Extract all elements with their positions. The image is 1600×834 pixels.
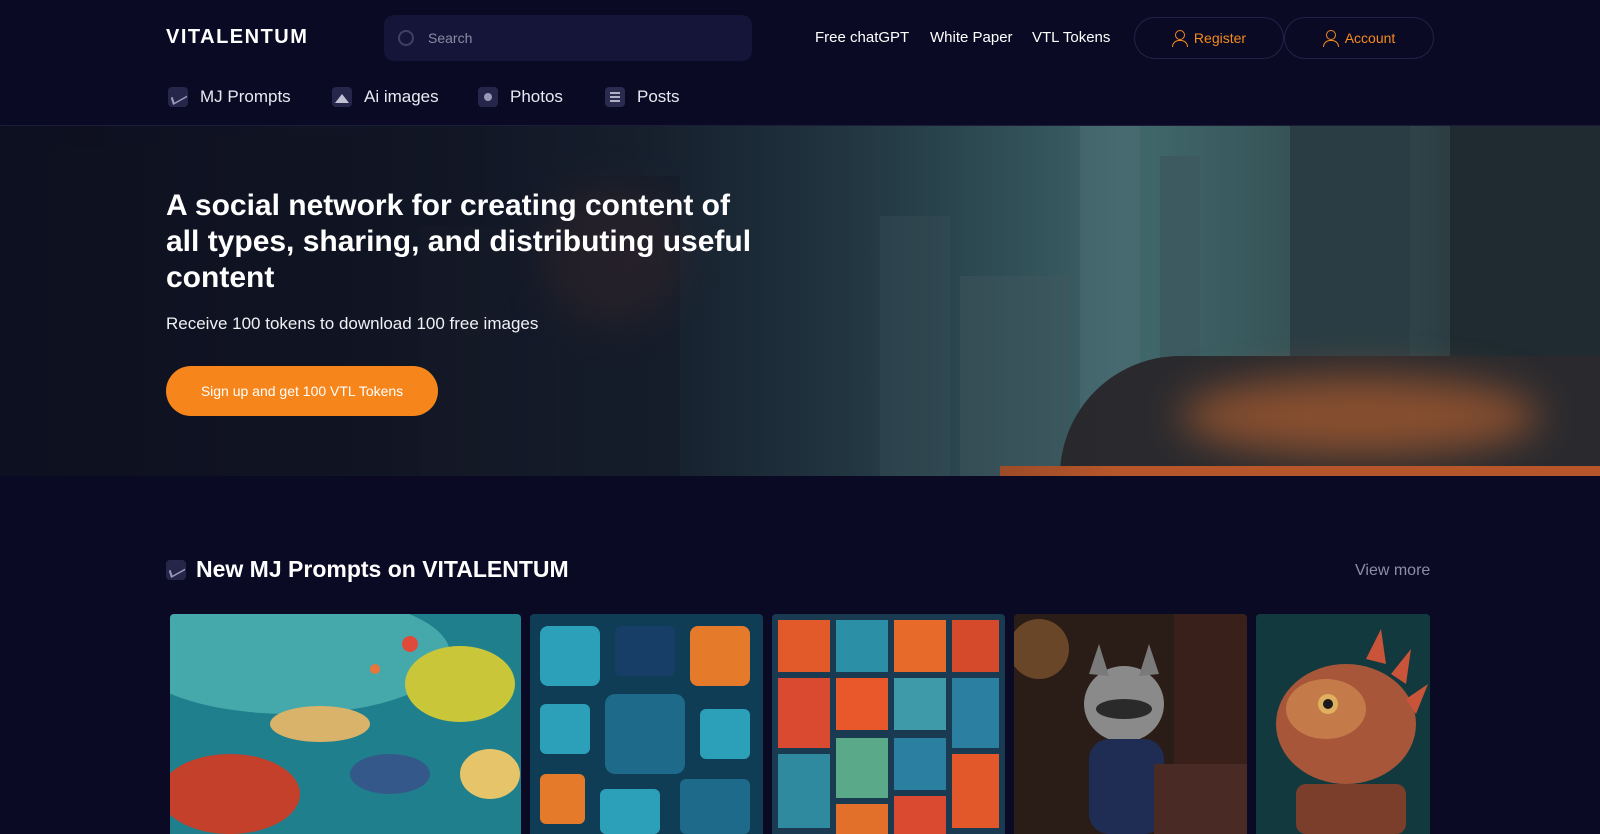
nav-item-ai-images[interactable]: Ai images [332,84,439,110]
nav-label: MJ Prompts [200,87,291,106]
photo-icon [478,87,498,107]
account-label: Account [1344,30,1396,46]
white-paper-link[interactable]: White Paper [930,29,1013,46]
hero-overlay [0,126,1600,476]
section-title: New MJ Prompts on VITALENTUM [196,556,569,582]
nav-label: Posts [637,87,680,106]
lizard-artwork-image [1256,614,1430,834]
prompt-card-blue-cats[interactable] [530,614,763,834]
hero-title: A social network for creating content of… [166,189,752,294]
search-box[interactable] [384,15,752,61]
chart-icon [166,559,186,580]
prompt-card-fish[interactable] [170,614,521,834]
nav-item-photos[interactable]: Photos [478,84,563,110]
nav-item-posts[interactable]: Posts [605,84,680,110]
signup-cta-button[interactable]: Sign up and get 100 VTL Tokens [166,366,438,416]
raccoon-artwork-image [1014,614,1247,834]
prompt-card-raccoon[interactable] [1014,614,1247,834]
view-more-link[interactable]: View more [1355,562,1430,580]
account-button[interactable]: Account [1284,17,1434,59]
user-icon [1171,30,1188,47]
vtl-tokens-link[interactable]: VTL Tokens [1032,29,1110,46]
prompt-card-orange-cats[interactable] [772,614,1005,834]
site-logo[interactable]: VITALENTUM [166,26,308,49]
free-chatgpt-link[interactable]: Free chatGPT [815,29,909,46]
hero-banner: A social network for creating content of… [0,126,1600,476]
fish-artwork-image [170,614,521,834]
blue-cats-artwork-image [530,614,763,834]
user-icon [1322,30,1339,47]
chart-icon [168,87,188,107]
site-header: VITALENTUM Free chatGPT White Paper VTL … [0,0,1600,126]
section-header: New MJ Prompts on VITALENTUM [166,556,569,583]
register-button[interactable]: Register [1134,17,1284,59]
orange-cats-artwork-image [772,614,1005,834]
nav-label: Ai images [364,87,439,106]
search-input[interactable] [428,30,728,46]
hero-subtitle: Receive 100 tokens to download 100 free … [166,314,539,333]
nav-item-mj-prompts[interactable]: MJ Prompts [168,84,291,110]
search-icon [398,30,414,46]
image-icon [332,87,352,107]
post-icon [605,87,625,107]
register-label: Register [1193,30,1247,46]
nav-label: Photos [510,87,563,106]
prompt-card-lizard[interactable] [1256,614,1430,834]
